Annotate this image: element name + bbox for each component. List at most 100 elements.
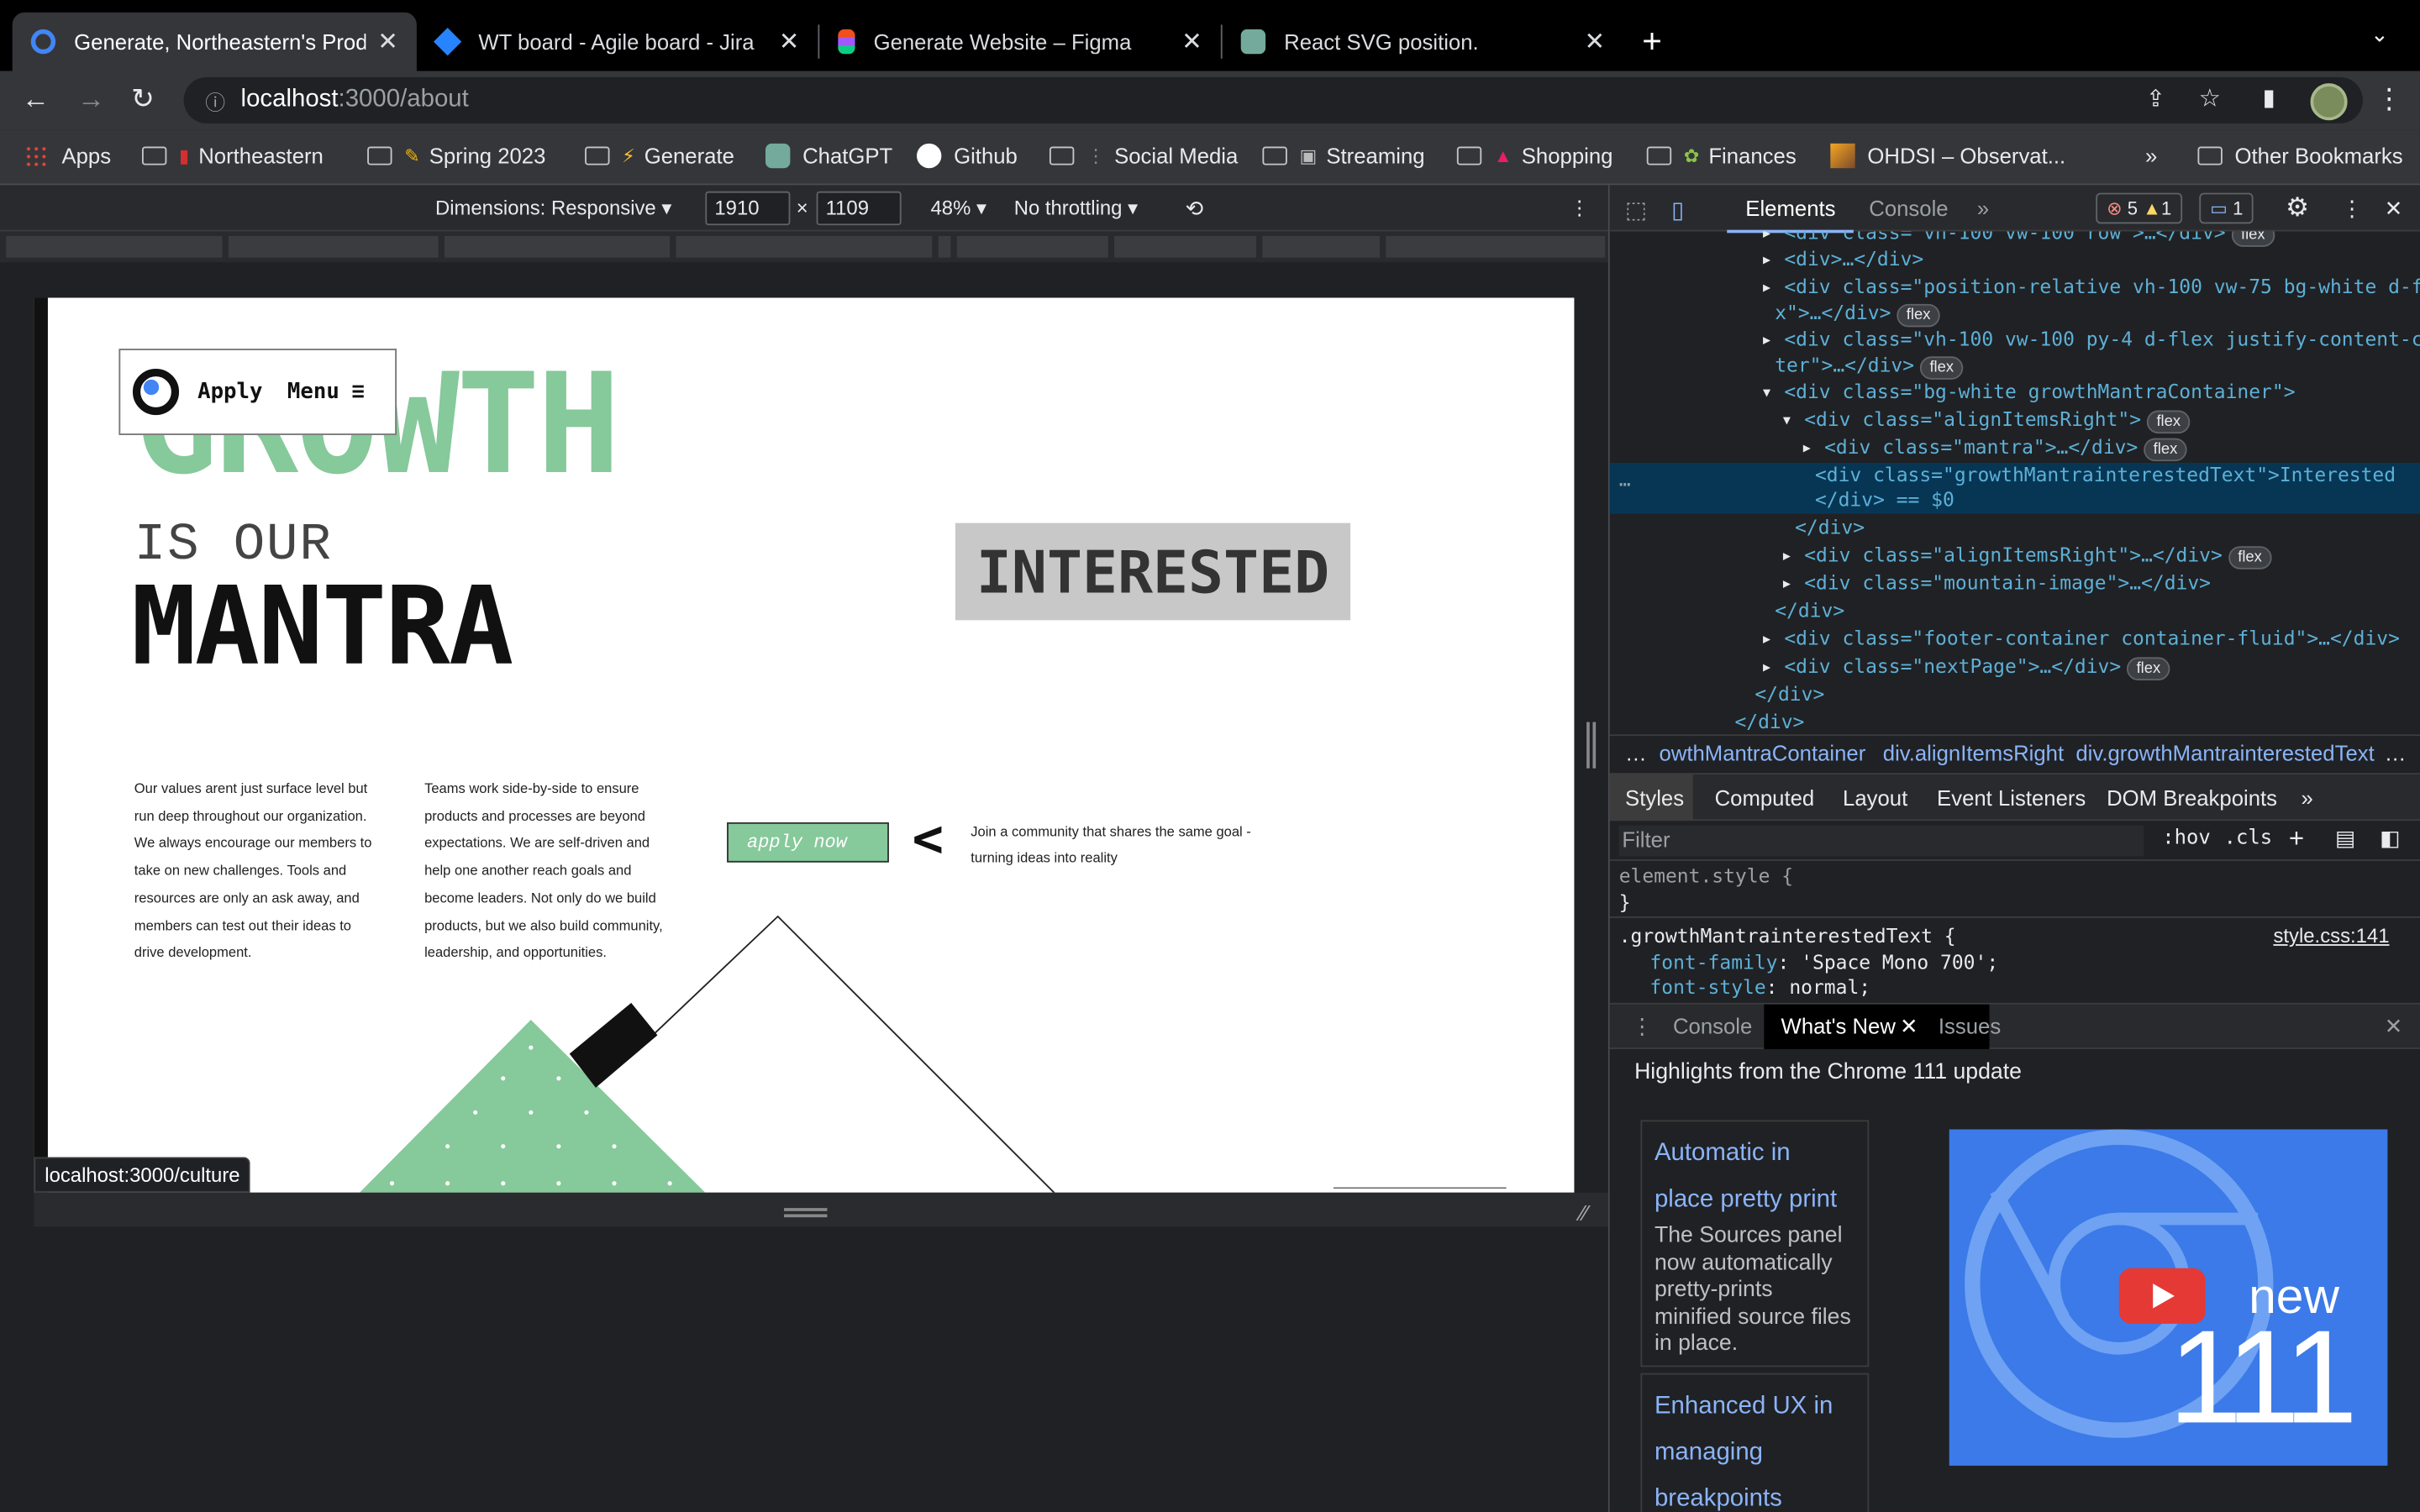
tab-jira[interactable]: WT board - Agile board - Jira ✕ <box>417 13 818 71</box>
breadcrumb-item[interactable]: div.alignItemsRight <box>1883 741 2064 765</box>
class-toggle[interactable]: .cls <box>2224 827 2273 850</box>
media-query-ruler[interactable] <box>0 231 1608 263</box>
dom-line[interactable]: ▸ <div class="mantra">…</div> flex <box>1801 435 2187 462</box>
bookmark-shopping[interactable]: ▲ Shopping <box>1456 144 1612 168</box>
back-arrow-icon[interactable]: ← <box>22 83 50 116</box>
new-rule-plus-icon[interactable]: + <box>2289 824 2304 855</box>
dom-line[interactable]: ▸ <div class="footer-container container… <box>1761 627 2400 650</box>
subtab-event-listeners[interactable]: Event Listeners <box>1937 785 2086 810</box>
profile-avatar[interactable] <box>2310 83 2348 121</box>
close-tab-icon[interactable]: ✕ <box>779 26 800 57</box>
bookmark-northeastern[interactable]: ▮ Northeastern <box>141 144 324 168</box>
height-input[interactable]: 1109 <box>816 191 902 226</box>
dom-line[interactable]: ▸ <div class="nextPage">…</div> flex <box>1761 654 2170 680</box>
breadcrumb-more[interactable]: … <box>1625 741 1647 765</box>
drawer-tab-console[interactable]: Console <box>1673 1014 1752 1038</box>
hover-state-toggle[interactable]: :hov <box>2162 827 2211 850</box>
bookmark-chatgpt[interactable]: ChatGPT <box>765 143 892 169</box>
subtab-styles[interactable]: Styles <box>1625 785 1684 810</box>
tab-search-chevron-icon[interactable]: ⌄ <box>2370 22 2389 48</box>
share-icon[interactable]: ⇪ <box>2146 85 2165 113</box>
close-whats-new-icon[interactable]: ✕ <box>1900 1014 1918 1040</box>
bookmark-star-icon[interactable]: ☆ <box>2199 83 2221 114</box>
card-title[interactable]: Automatic in place pretty print <box>1655 1131 1855 1223</box>
breadcrumb-item[interactable]: div.growthMantrainterestedText <box>2075 741 2374 765</box>
rule-source-link[interactable]: style.css:141 <box>2273 924 2389 948</box>
close-tab-icon[interactable]: ✕ <box>377 26 398 57</box>
card-title[interactable]: Enhanced UX in managing breakpoints <box>1655 1384 1855 1512</box>
dom-line-selected[interactable]: <div class="growthMantrainterestedText">… <box>1815 463 2396 486</box>
device-more-icon[interactable]: ⋮ <box>1570 196 1590 220</box>
paint-brush-icon[interactable]: ▤ <box>2335 826 2355 852</box>
zoom-select[interactable]: 48% ▾ <box>931 196 986 220</box>
more-tabs-chevron[interactable]: » <box>1977 196 1989 220</box>
close-devtools-icon[interactable]: ✕ <box>2385 196 2403 222</box>
close-tab-icon[interactable]: ✕ <box>1181 26 1202 57</box>
bookmark-github[interactable]: Github <box>916 143 1018 169</box>
dimensions-select[interactable]: Dimensions: Responsive ▾ <box>435 196 671 220</box>
more-bookmarks-chevron[interactable]: » <box>2145 144 2157 168</box>
close-drawer-icon[interactable]: ✕ <box>2385 1014 2403 1040</box>
side-panel-icon[interactable]: ▮ <box>2263 83 2275 111</box>
kebab-menu-icon[interactable]: ⋮ <box>2375 83 2403 116</box>
feature-card-pretty-print[interactable]: Automatic in place pretty print The Sour… <box>1640 1120 1870 1368</box>
sidebar-toggle-icon[interactable]: ◧ <box>2380 826 2400 852</box>
bookmark-spring-2023[interactable]: ✎ Spring 2023 <box>367 144 545 168</box>
bookmark-other[interactable]: Other Bookmarks <box>2197 144 2403 168</box>
drawer-tab-issues[interactable]: Issues <box>1939 1014 2001 1038</box>
bookmark-finances[interactable]: ✿ Finances <box>1646 144 1797 168</box>
node-ellipsis[interactable]: ⋯ <box>1619 472 1631 496</box>
throttling-select[interactable]: No throttling ▾ <box>1014 196 1138 220</box>
dom-line[interactable]: ▾ <div class="bg-white growthMantraConta… <box>1761 380 2296 403</box>
close-tab-icon[interactable]: ✕ <box>1585 26 1606 57</box>
address-bar[interactable]: ⓘ localhost:3000/about ⇪ ☆ <box>183 76 2363 123</box>
dom-line[interactable]: ▸ <div class="position-relative vh-100 v… <box>1761 275 2420 298</box>
device-toggle-icon[interactable]: ▯ <box>1671 196 1684 223</box>
chrome-111-video-thumbnail[interactable]: new 111 <box>1949 1129 2388 1466</box>
forward-arrow-icon[interactable]: → <box>77 83 105 116</box>
element-style-rule[interactable]: element.style { <box>1619 864 1793 888</box>
tab-console[interactable]: Console <box>1869 196 1948 220</box>
rotate-icon[interactable]: ⟲ <box>1186 196 1204 222</box>
css-property-font-style[interactable]: font-style: normal; <box>1649 975 1870 999</box>
resize-handle-right[interactable] <box>1586 722 1597 769</box>
site-info-icon[interactable]: ⓘ <box>205 86 225 115</box>
messages-counter[interactable]: ▭ 1 <box>2199 192 2254 224</box>
rule-selector[interactable]: .growthMantrainterestedText { <box>1619 924 1956 948</box>
tab-chatgpt[interactable]: React SVG position. ✕ <box>1223 13 1624 71</box>
issues-counter[interactable]: ⊗ 5 ▲1 <box>2096 192 2183 224</box>
dom-tree[interactable]: ⋯ ▸ <div class="vh-100 vw-100 row">…</di… <box>1609 231 2420 735</box>
reload-icon[interactable]: ↻ <box>131 83 155 116</box>
subtab-layout[interactable]: Layout <box>1843 785 1907 810</box>
styles-filter-input[interactable]: Filter <box>1618 825 2144 857</box>
bookmark-apps[interactable]: Apps <box>24 144 111 168</box>
subtab-dom-breakpoints[interactable]: DOM Breakpoints <box>2107 785 2277 810</box>
resize-handle-bottom[interactable] <box>784 1208 828 1218</box>
resize-corner-icon[interactable]: ⁄⁄ <box>1581 1200 1588 1225</box>
width-input[interactable]: 1910 <box>705 191 791 226</box>
drawer-tab-whats-new[interactable]: What's New <box>1781 1014 1896 1038</box>
dom-line[interactable]: ▾ <div class="alignItemsRight"> flex <box>1781 407 2191 434</box>
devtools-more-icon[interactable]: ⋮ <box>2341 196 2363 222</box>
tab-figma[interactable]: Generate Website – Figma ✕ <box>819 13 1221 71</box>
settings-gear-icon[interactable]: ⚙ <box>2286 193 2309 224</box>
tab-generate[interactable]: Generate, Northeastern's Prod ✕ <box>12 12 417 71</box>
new-tab-button[interactable]: + <box>1642 22 1662 62</box>
dom-line-row[interactable]: ▸ <div class="vh-100 vw-100 row">…</div>… <box>1761 231 2275 247</box>
breadcrumb-more-right[interactable]: … <box>2385 741 2407 765</box>
bookmark-generate[interactable]: ⚡ Generate <box>585 144 734 168</box>
drawer-menu-icon[interactable]: ⋮ <box>1631 1014 1653 1040</box>
bookmark-social-media[interactable]: ⋮ Social Media <box>1049 144 1238 168</box>
feature-card-breakpoints[interactable]: Enhanced UX in managing breakpoints <box>1640 1373 1870 1512</box>
bookmark-ohdsi[interactable]: OHDSI – Observat... <box>1830 143 2065 169</box>
css-property-font-family[interactable]: font-family: 'Space Mono 700'; <box>1649 950 1998 974</box>
dom-line[interactable]: ▸ <div class="alignItemsRight">…</div> fl… <box>1781 543 2271 570</box>
inspect-element-icon[interactable]: ⬚ <box>1625 196 1647 223</box>
dom-line[interactable]: ▸ <div class="vh-100 vw-100 py-4 d-flex … <box>1761 327 2420 350</box>
tab-elements[interactable]: Elements <box>1727 196 1855 234</box>
dom-line[interactable]: ▸ <div class="mountain-image">…</div> <box>1781 571 2211 595</box>
bookmark-streaming[interactable]: ▣ Streaming <box>1262 144 1425 168</box>
subtab-computed[interactable]: Computed <box>1715 785 1815 810</box>
dom-line[interactable]: ▸ <div>…</div> <box>1761 247 1924 270</box>
more-subtabs-chevron[interactable]: » <box>2302 785 2313 810</box>
